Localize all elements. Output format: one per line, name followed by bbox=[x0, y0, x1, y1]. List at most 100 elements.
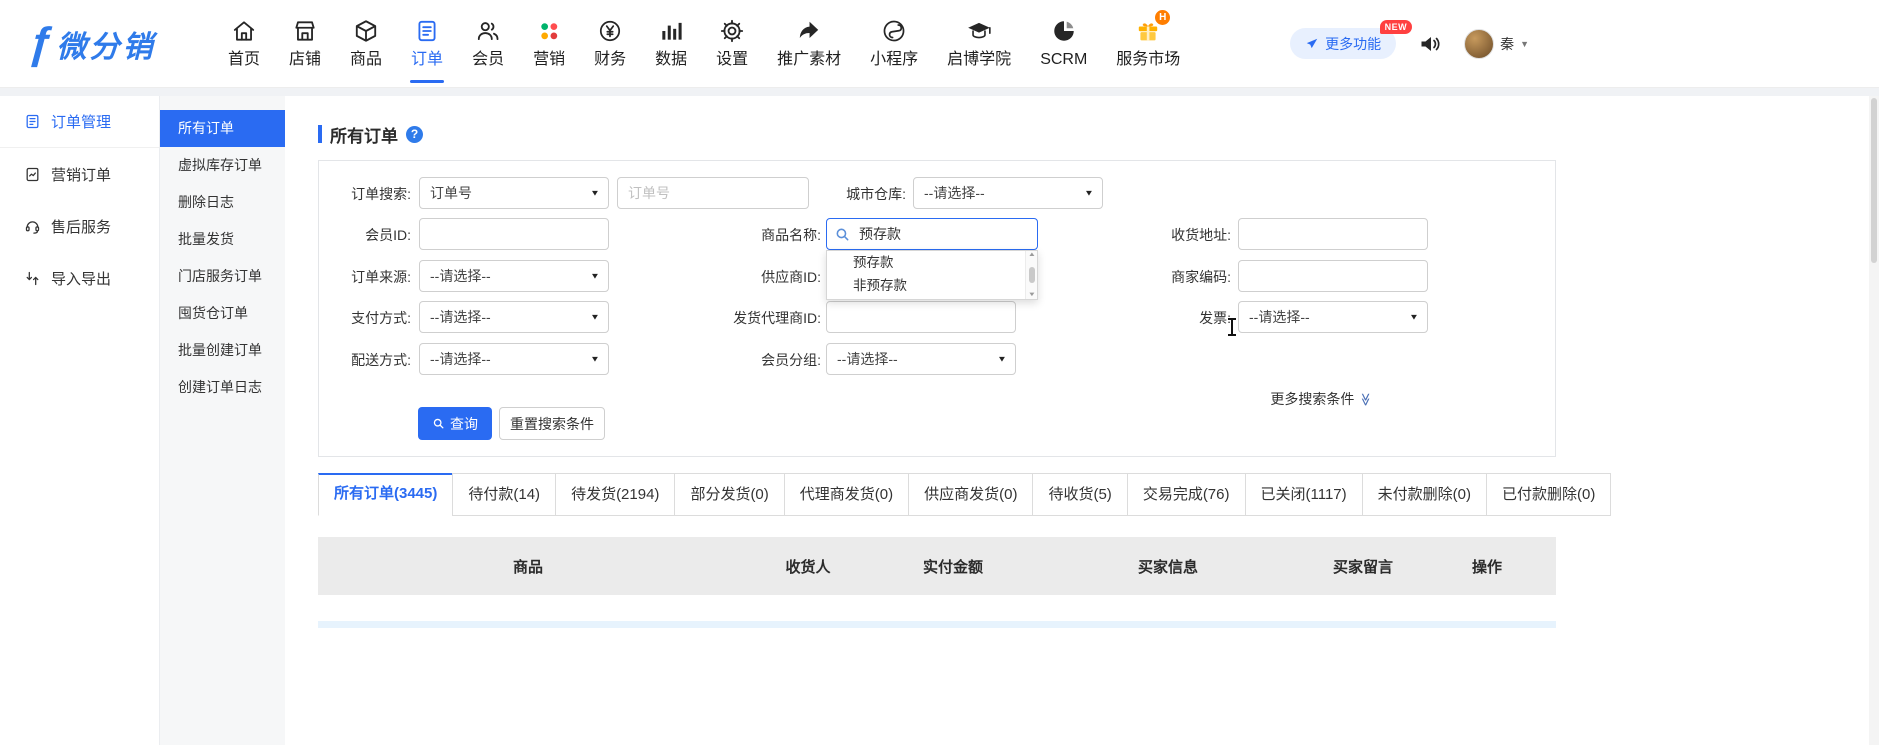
active-nav-underline bbox=[410, 80, 444, 83]
scrm-icon bbox=[1051, 18, 1077, 45]
chevron-down-icon: ▼ bbox=[1409, 313, 1419, 322]
logo-icon: ƒ bbox=[26, 22, 54, 66]
sidebar-item-import-export[interactable]: 导入导出 bbox=[0, 252, 159, 304]
page-title: 所有订单 bbox=[330, 122, 398, 147]
nav-item-home[interactable]: 首页 bbox=[228, 18, 260, 70]
orders-icon bbox=[414, 18, 440, 45]
nav-item-marketing[interactable]: 营销 bbox=[533, 18, 565, 70]
tab-pending-receipt[interactable]: 待收货(5) bbox=[1032, 473, 1127, 516]
page-scrollbar[interactable] bbox=[1869, 96, 1879, 745]
main-nav: 首页 店铺 商品 订单 会员 bbox=[228, 18, 1180, 70]
th-buyer-message: 买家留言 bbox=[1308, 556, 1418, 577]
chevron-down-icon: ▼ bbox=[590, 355, 600, 364]
delivery-method-select[interactable]: --请选择-- ▼ bbox=[419, 343, 609, 375]
order-management-icon bbox=[24, 113, 41, 130]
user-menu[interactable]: 秦 ▼ bbox=[1464, 29, 1529, 59]
shipping-address-input[interactable] bbox=[1238, 218, 1428, 250]
nav-item-finance[interactable]: 财务 bbox=[594, 18, 626, 70]
mini-program-icon bbox=[881, 18, 907, 45]
th-buyer-info: 买家信息 bbox=[1028, 556, 1308, 577]
order-search-type-select[interactable]: 订单号 ▼ bbox=[419, 177, 609, 209]
store-icon bbox=[292, 18, 318, 45]
nav-item-promo-materials[interactable]: 推广素材 bbox=[777, 18, 841, 70]
scrollbar-thumb[interactable] bbox=[1871, 98, 1877, 263]
nav-item-products[interactable]: 商品 bbox=[350, 18, 382, 70]
search-button[interactable]: 查询 bbox=[418, 407, 492, 440]
tab-supplier-shipped[interactable]: 供应商发货(0) bbox=[908, 473, 1033, 516]
invoice-select[interactable]: --请选择-- ▼ bbox=[1238, 301, 1428, 333]
nav-item-qibo-academy[interactable]: 启博学院 bbox=[947, 18, 1011, 70]
members-icon bbox=[475, 18, 501, 45]
tab-pending-payment[interactable]: 待付款(14) bbox=[452, 473, 556, 516]
dropdown-option-prepaid[interactable]: 预存款 bbox=[827, 251, 1037, 274]
tab-closed[interactable]: 已关闭(1117) bbox=[1245, 473, 1363, 516]
order-source-select[interactable]: --请选择-- ▼ bbox=[419, 260, 609, 292]
submenu-item-delete-log[interactable]: 删除日志 bbox=[160, 184, 285, 221]
search-icon bbox=[432, 417, 445, 430]
scroll-down-icon: ▼ bbox=[1027, 292, 1035, 298]
th-paid-amount: 实付金额 bbox=[878, 556, 1028, 577]
speaker-icon[interactable] bbox=[1418, 32, 1442, 56]
help-icon[interactable]: ? bbox=[406, 126, 423, 143]
member-group-select[interactable]: --请选择-- ▼ bbox=[826, 343, 1016, 375]
service-market-icon: H bbox=[1135, 18, 1161, 45]
submenu-item-all-orders[interactable]: 所有订单 bbox=[160, 110, 285, 147]
text-cursor bbox=[1227, 317, 1237, 337]
academy-icon bbox=[966, 18, 992, 45]
chevron-down-icon: ▼ bbox=[590, 272, 600, 281]
member-group-label: 会员分组: bbox=[696, 351, 821, 369]
nav-item-service-market[interactable]: H 服务市场 bbox=[1116, 18, 1180, 70]
more-conditions-link[interactable]: 更多搜索条件 ≫ bbox=[1270, 389, 1373, 409]
payment-method-select[interactable]: --请选择-- ▼ bbox=[419, 301, 609, 333]
submenu-item-store-service-orders[interactable]: 门店服务订单 bbox=[160, 258, 285, 295]
nav-item-mini-program[interactable]: 小程序 bbox=[870, 18, 918, 70]
merchant-code-label: 商家编码: bbox=[1099, 268, 1231, 286]
nav-item-data[interactable]: 数据 bbox=[655, 18, 687, 70]
import-export-icon bbox=[24, 270, 41, 287]
submenu-item-create-order-log[interactable]: 创建订单日志 bbox=[160, 369, 285, 406]
marketing-order-icon bbox=[24, 166, 41, 183]
submenu-item-virtual-stock-orders[interactable]: 虚拟库存订单 bbox=[160, 147, 285, 184]
submenu-item-batch-shipping[interactable]: 批量发货 bbox=[160, 221, 285, 258]
reset-button[interactable]: 重置搜索条件 bbox=[499, 407, 605, 440]
member-id-input[interactable] bbox=[419, 218, 609, 250]
supplier-id-label: 供应商ID: bbox=[696, 268, 821, 286]
double-chevron-down-icon: ≫ bbox=[1360, 392, 1373, 406]
city-warehouse-select[interactable]: --请选择-- ▼ bbox=[913, 177, 1103, 209]
finance-icon bbox=[597, 18, 623, 45]
nav-item-scrm[interactable]: SCRM bbox=[1040, 18, 1087, 70]
th-recipient: 收货人 bbox=[738, 556, 878, 577]
chevron-down-icon: ▼ bbox=[590, 313, 600, 322]
tab-all-orders[interactable]: 所有订单(3445) bbox=[318, 473, 453, 516]
shipping-agent-id-input[interactable] bbox=[826, 301, 1016, 333]
sidebar-item-marketing-orders[interactable]: 营销订单 bbox=[0, 148, 159, 200]
tab-partial-shipment[interactable]: 部分发货(0) bbox=[674, 473, 784, 516]
tab-agent-shipped[interactable]: 代理商发货(0) bbox=[784, 473, 909, 516]
dropdown-option-non-prepaid[interactable]: 非预存款 bbox=[827, 274, 1037, 297]
order-source-label: 订单来源: bbox=[319, 268, 411, 286]
nav-item-orders[interactable]: 订单 bbox=[411, 18, 443, 70]
tab-completed[interactable]: 交易完成(76) bbox=[1127, 473, 1246, 516]
product-name-label: 商品名称: bbox=[696, 226, 821, 244]
nav-item-members[interactable]: 会员 bbox=[472, 18, 504, 70]
scroll-up-icon: ▲ bbox=[1027, 252, 1035, 258]
sidebar-item-after-sales[interactable]: 售后服务 bbox=[0, 200, 159, 252]
tab-paid-deleted[interactable]: 已付款删除(0) bbox=[1486, 473, 1611, 516]
orders-table-header: 商品 收货人 实付金额 买家信息 买家留言 操作 bbox=[318, 537, 1556, 595]
merchant-code-input[interactable] bbox=[1238, 260, 1428, 292]
submenu-item-stock-warehouse-orders[interactable]: 囤货仓订单 bbox=[160, 295, 285, 332]
tab-unpaid-deleted[interactable]: 未付款删除(0) bbox=[1362, 473, 1487, 516]
nav-item-settings[interactable]: 设置 bbox=[716, 18, 748, 70]
product-name-input[interactable] bbox=[826, 218, 1038, 250]
order-status-tabs: 所有订单(3445) 待付款(14) 待发货(2194) 部分发货(0) 代理商… bbox=[318, 473, 1869, 516]
sidebar-item-order-management[interactable]: 订单管理 bbox=[0, 96, 159, 148]
nav-item-shop[interactable]: 店铺 bbox=[289, 18, 321, 70]
tab-pending-shipment[interactable]: 待发货(2194) bbox=[555, 473, 675, 516]
more-features-button[interactable]: 更多功能 NEW bbox=[1290, 28, 1396, 59]
sidebar: 订单管理 营销订单 售后服务 导入导出 bbox=[0, 96, 160, 745]
logo-text: 微分销 bbox=[56, 22, 155, 66]
app-logo[interactable]: ƒ 微分销 bbox=[28, 22, 206, 66]
dropdown-scrollbar[interactable]: ▲ ▼ bbox=[1025, 251, 1037, 299]
page-body: 订单管理 营销订单 售后服务 导入导出 所有订单 虚拟库存订单 删除日志 批量发… bbox=[0, 96, 1869, 745]
submenu-item-batch-create-orders[interactable]: 批量创建订单 bbox=[160, 332, 285, 369]
